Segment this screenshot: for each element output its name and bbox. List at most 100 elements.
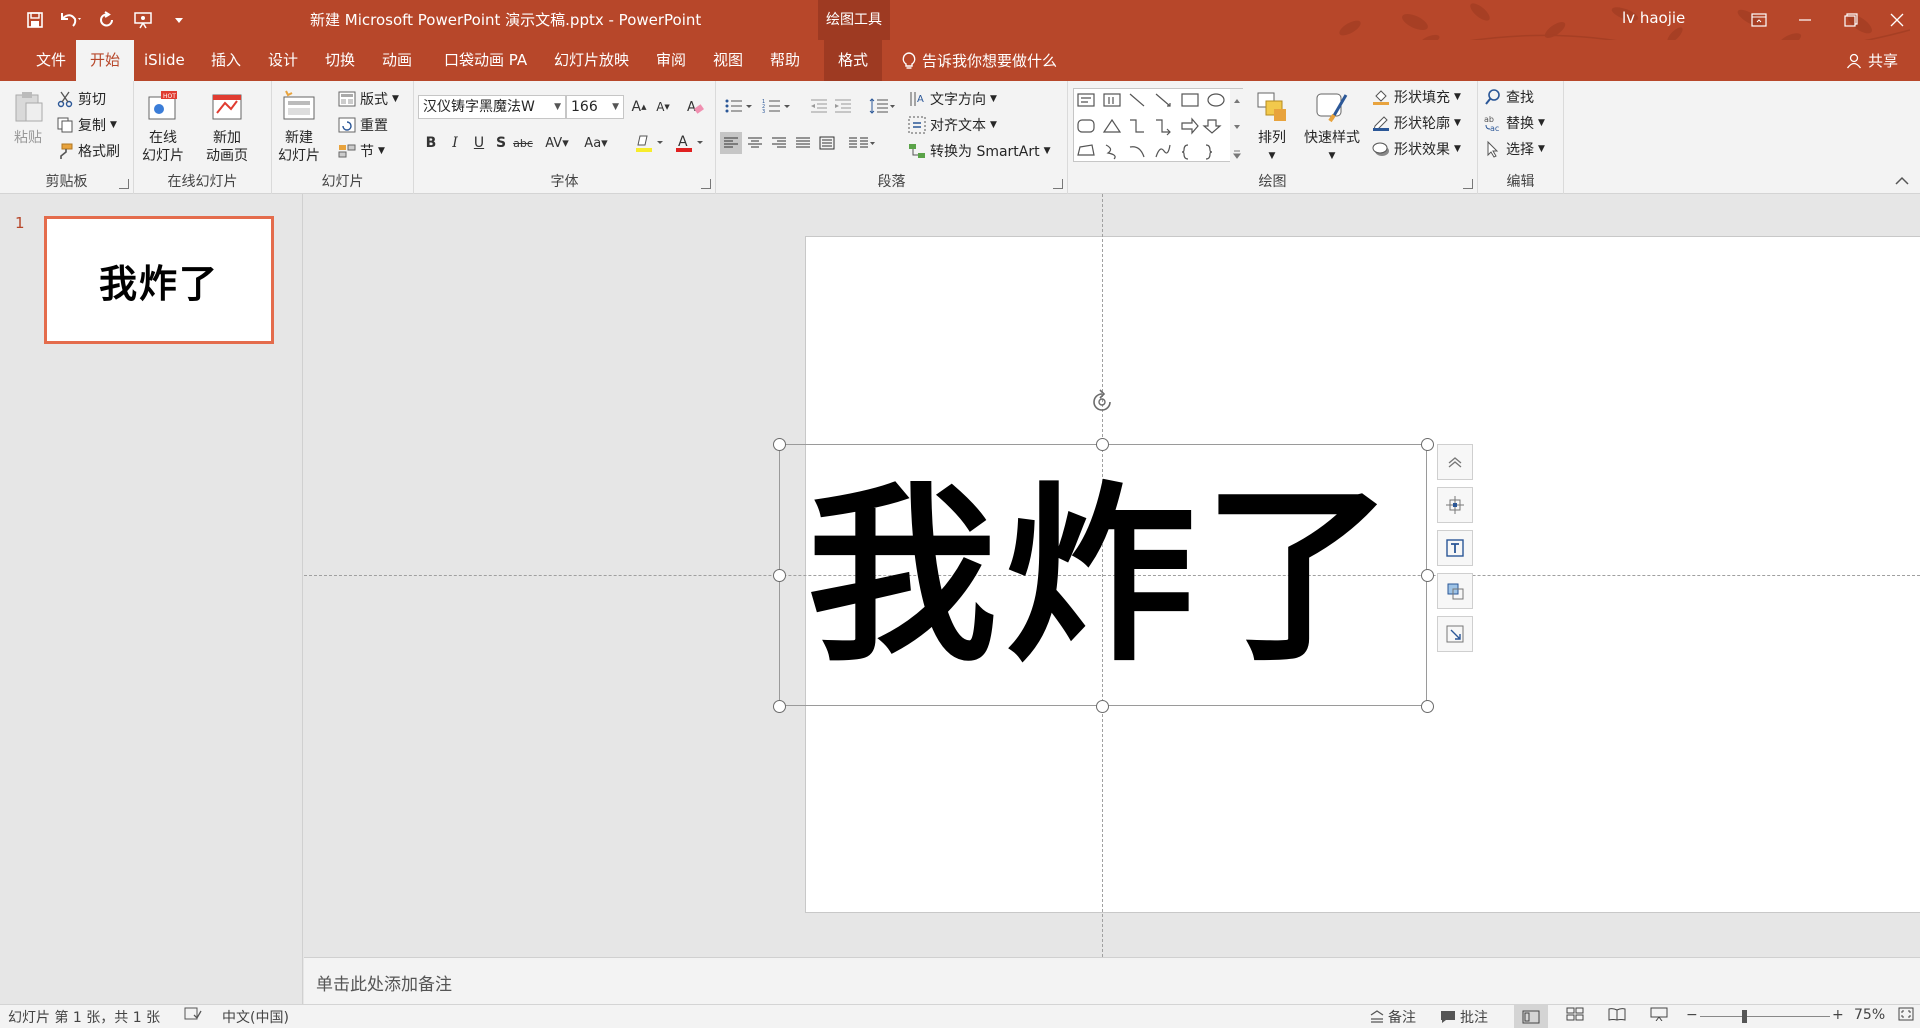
paste-button[interactable]: 粘贴 (10, 89, 46, 147)
text-box-icon[interactable] (1437, 530, 1473, 566)
replace-button[interactable]: ab ac 替换 ▼ (1484, 113, 1545, 133)
tab-view[interactable]: 视图 (699, 40, 757, 81)
collapse-actions-icon[interactable] (1437, 444, 1473, 480)
arrange-button[interactable]: 排列 ▼ (1254, 89, 1290, 165)
cut-button[interactable]: 剪切 (56, 89, 106, 109)
spell-check-icon[interactable] (184, 1007, 202, 1021)
italic-icon[interactable]: I (444, 132, 466, 154)
tab-animations[interactable]: 动画 (368, 40, 426, 81)
tab-review[interactable]: 审阅 (642, 40, 700, 81)
paragraph-launcher-icon[interactable] (1053, 179, 1063, 189)
text-direction-button[interactable]: A 文字方向 ▼ (908, 89, 997, 109)
new-animation-page-button[interactable]: 新加 动画页 (206, 89, 248, 165)
shape-effects-button[interactable]: 形状效果 ▼ (1372, 139, 1461, 159)
resize-handle-right[interactable] (1421, 569, 1434, 582)
resize-corner-icon[interactable] (1437, 616, 1473, 652)
font-name-dropdown-icon[interactable]: ▼ (554, 96, 561, 118)
select-button[interactable]: 选择 ▼ (1484, 139, 1545, 159)
minimize-icon[interactable] (1782, 0, 1828, 40)
align-center-icon[interactable] (744, 132, 766, 154)
section-button[interactable]: 节 ▼ (338, 141, 385, 161)
notes-pane[interactable]: 单击此处添加备注 (304, 957, 1920, 1004)
character-spacing-icon[interactable]: AV▾ (540, 132, 574, 154)
distributed-icon[interactable] (816, 132, 838, 154)
change-case-icon[interactable]: Aa▾ (580, 132, 612, 154)
zoom-out-icon[interactable]: − (1686, 1007, 1698, 1023)
copy-dropdown-icon[interactable]: ▼ (110, 120, 117, 130)
slide-title-text[interactable]: 我炸了 (780, 445, 1428, 707)
tab-insert[interactable]: 插入 (197, 40, 255, 81)
tab-transitions[interactable]: 切换 (311, 40, 369, 81)
tell-me-search[interactable]: 告诉我你想要做什么 (902, 40, 1057, 81)
new-slide-button[interactable]: 新建 幻灯片 (278, 89, 320, 165)
tab-islide[interactable]: iSlide (130, 40, 199, 81)
user-name[interactable]: lv haojie (1622, 9, 1685, 27)
notes-toggle-button[interactable]: 备注 (1370, 1007, 1416, 1027)
align-text-button[interactable]: 对齐文本 ▼ (908, 115, 997, 135)
layout-button[interactable]: 版式 ▼ (338, 89, 399, 109)
text-shadow-icon[interactable]: S (490, 132, 512, 154)
resize-handle-top[interactable] (1096, 438, 1109, 451)
language-status[interactable]: 中文(中国) (222, 1007, 289, 1027)
shapes-gallery[interactable] (1073, 88, 1244, 163)
drawing-launcher-icon[interactable] (1463, 179, 1473, 189)
online-slides-button[interactable]: HOT 在线 幻灯片 (142, 89, 184, 165)
slideshow-view-icon[interactable] (1650, 1007, 1668, 1021)
collapse-ribbon-icon[interactable] (1894, 175, 1910, 187)
zoom-level[interactable]: 75% (1854, 1007, 1885, 1023)
tab-pocket-animation[interactable]: 口袋动画 PA (430, 40, 541, 81)
redo-icon[interactable] (94, 7, 120, 33)
align-right-icon[interactable] (768, 132, 790, 154)
clear-formatting-icon[interactable]: A (684, 96, 706, 118)
restore-icon[interactable] (1828, 0, 1874, 40)
customize-qat-icon[interactable] (166, 7, 192, 33)
fit-slide-icon[interactable] (1898, 1007, 1914, 1021)
decrease-font-size-icon[interactable]: A ▼ (652, 96, 674, 118)
slide-thumbnail[interactable]: 我炸了 (44, 216, 274, 344)
tab-format[interactable]: 格式 (824, 40, 883, 81)
resize-handle-left[interactable] (773, 569, 786, 582)
shape-fill-quick-icon[interactable] (1437, 573, 1473, 609)
reset-button[interactable]: 重置 (338, 115, 388, 135)
font-launcher-icon[interactable] (701, 179, 711, 189)
resize-handle-top-left[interactable] (773, 438, 786, 451)
zoom-slider-thumb[interactable] (1742, 1010, 1747, 1023)
resize-handle-bottom-right[interactable] (1421, 700, 1434, 713)
highlight-color-icon[interactable] (632, 132, 668, 154)
rotate-handle-icon[interactable] (1087, 387, 1117, 417)
font-name-combo[interactable]: 汉仪铸字黑魔法W ▼ (418, 95, 566, 119)
slide-sorter-view-icon[interactable] (1566, 1007, 1584, 1021)
undo-icon[interactable] (58, 7, 84, 33)
shape-fill-button[interactable]: 形状填充 ▼ (1372, 87, 1461, 107)
decrease-indent-icon[interactable] (808, 95, 830, 117)
line-spacing-icon[interactable] (866, 95, 898, 117)
tab-home[interactable]: 开始 (76, 40, 135, 81)
selected-text-box[interactable]: 我炸了 (779, 444, 1427, 706)
copy-button[interactable]: 复制 ▼ (56, 115, 117, 135)
bold-icon[interactable]: B (420, 132, 442, 154)
zoom-in-icon[interactable]: + (1832, 1007, 1844, 1023)
close-icon[interactable] (1874, 0, 1920, 40)
reading-view-icon[interactable] (1608, 1007, 1626, 1021)
tab-design[interactable]: 设计 (254, 40, 312, 81)
clipboard-launcher-icon[interactable] (119, 179, 129, 189)
quick-styles-button[interactable]: 快速样式 ▼ (1304, 89, 1360, 165)
justify-icon[interactable] (792, 132, 814, 154)
align-left-icon[interactable] (720, 132, 742, 154)
normal-view-icon[interactable] (1514, 1005, 1548, 1028)
share-button[interactable]: 共享 (1846, 40, 1898, 81)
find-button[interactable]: 查找 (1484, 87, 1534, 107)
tab-file[interactable]: 文件 (22, 40, 80, 81)
underline-icon[interactable]: U (468, 132, 490, 154)
convert-smartart-button[interactable]: 转换为 SmartArt ▼ (908, 141, 1051, 161)
bullets-icon[interactable] (722, 95, 756, 117)
tab-help[interactable]: 帮助 (756, 40, 814, 81)
resize-handle-bottom-left[interactable] (773, 700, 786, 713)
resize-handle-top-right[interactable] (1421, 438, 1434, 451)
comments-button[interactable]: 批注 (1440, 1007, 1488, 1027)
strikethrough-icon[interactable]: abc (512, 132, 534, 154)
numbering-icon[interactable]: 123 (760, 95, 794, 117)
font-size-dropdown-icon[interactable]: ▼ (612, 96, 619, 118)
zoom-slider-track[interactable] (1700, 1016, 1830, 1017)
font-size-combo[interactable]: 166 ▼ (566, 95, 624, 119)
